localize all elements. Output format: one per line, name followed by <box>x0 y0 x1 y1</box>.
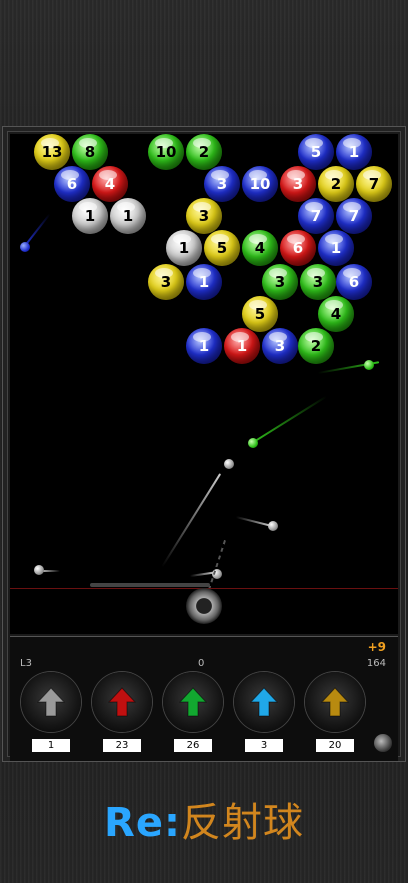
up-arrow-icon <box>37 687 65 717</box>
ball-launcher[interactable] <box>186 588 222 624</box>
ball-number: 6 <box>348 273 360 291</box>
up-arrow-icon <box>250 687 278 717</box>
blue-projectile <box>20 242 30 252</box>
ball-white: 1 <box>110 198 146 234</box>
ball-blue: 3 <box>204 166 240 202</box>
ball-blue: 5 <box>298 134 334 170</box>
white-projectile-left <box>34 565 44 575</box>
ball-yellow: 7 <box>356 166 392 202</box>
ball-yellow: 13 <box>34 134 70 170</box>
ball-green: 4 <box>318 296 354 332</box>
ball-number: 5 <box>216 239 228 257</box>
target-value: 164 <box>366 658 386 669</box>
shooter-button[interactable] <box>92 672 152 732</box>
launcher-rail <box>90 583 210 587</box>
ball-yellow: 3 <box>148 264 184 300</box>
white-projectile-mid <box>268 521 278 531</box>
bonus-indicator: +9 <box>367 640 386 654</box>
ball-green: 2 <box>298 328 334 364</box>
ball-green: 2 <box>186 134 222 170</box>
logo-title: 反射球 <box>180 800 304 846</box>
ball-number: 3 <box>160 273 172 291</box>
ball-yellow: 3 <box>186 198 222 234</box>
ball-number: 3 <box>312 273 324 291</box>
shooter-count: 20 <box>316 739 354 752</box>
ball-number: 7 <box>348 207 360 225</box>
shooter-count: 26 <box>174 739 212 752</box>
ball-number: 1 <box>330 239 342 257</box>
ball-yellow: 5 <box>204 230 240 266</box>
ball-number: 1 <box>84 207 96 225</box>
green-projectile-upper <box>364 360 374 370</box>
ball-number: 4 <box>254 239 266 257</box>
ball-blue: 6 <box>54 166 90 202</box>
score-value: 0 <box>198 658 205 669</box>
ball-number: 6 <box>66 175 78 193</box>
ball-number: 7 <box>368 175 380 193</box>
ball-blue: 7 <box>336 198 372 234</box>
ball-blue: 1 <box>186 264 222 300</box>
settings-disc-icon[interactable] <box>374 734 392 752</box>
ball-number: 6 <box>292 239 304 257</box>
ball-white: 1 <box>72 198 108 234</box>
shooter-count: 3 <box>245 739 283 752</box>
ball-number: 1 <box>198 273 210 291</box>
white-projectile-top <box>224 459 234 469</box>
shooter-button[interactable] <box>163 672 223 732</box>
ball-yellow: 5 <box>242 296 278 332</box>
ball-number: 4 <box>104 175 116 193</box>
ball-number: 5 <box>310 143 322 161</box>
ball-red: 4 <box>92 166 128 202</box>
ball-blue: 1 <box>186 328 222 364</box>
ball-green: 10 <box>148 134 184 170</box>
ball-number: 3 <box>198 207 210 225</box>
ball-number: 2 <box>330 175 342 193</box>
up-arrow-icon <box>108 687 136 717</box>
ball-number: 4 <box>330 305 342 323</box>
ball-red: 3 <box>280 166 316 202</box>
shooter-button[interactable] <box>21 672 81 732</box>
green-projectile-lower <box>248 438 258 448</box>
ball-number: 10 <box>249 175 271 193</box>
ball-number: 3 <box>274 337 286 355</box>
up-arrow-icon <box>321 687 349 717</box>
ball-number: 2 <box>310 337 322 355</box>
ball-number: 2 <box>198 143 210 161</box>
ball-green: 3 <box>300 264 336 300</box>
up-arrow-icon <box>179 687 207 717</box>
shooter-count: 1 <box>32 739 70 752</box>
ball-number: 13 <box>41 143 63 161</box>
shooter-button[interactable] <box>305 672 365 732</box>
ball-number: 1 <box>178 239 190 257</box>
ball-number: 8 <box>84 143 96 161</box>
level-label: L3 <box>20 658 32 669</box>
ball-red: 6 <box>280 230 316 266</box>
ball-number: 10 <box>155 143 177 161</box>
ball-number: 1 <box>198 337 210 355</box>
ball-blue: 10 <box>242 166 278 202</box>
ball-number: 7 <box>310 207 322 225</box>
shooter-button[interactable] <box>234 672 294 732</box>
ball-yellow: 2 <box>318 166 354 202</box>
ball-number: 1 <box>122 207 134 225</box>
ball-number: 3 <box>274 273 286 291</box>
shooter-count: 23 <box>103 739 141 752</box>
ball-number: 5 <box>254 305 266 323</box>
logo-prefix: Re: <box>104 800 181 846</box>
ball-number: 3 <box>292 175 304 193</box>
ball-green: 3 <box>262 264 298 300</box>
ball-blue: 7 <box>298 198 334 234</box>
ball-green: 4 <box>242 230 278 266</box>
app-logo: Re:反射球 <box>0 790 408 848</box>
ball-white: 1 <box>166 230 202 266</box>
ball-number: 3 <box>216 175 228 193</box>
ball-blue: 6 <box>336 264 372 300</box>
ball-blue: 1 <box>318 230 354 266</box>
ball-number: 1 <box>348 143 360 161</box>
ball-green: 8 <box>72 134 108 170</box>
ball-red: 1 <box>224 328 260 364</box>
ball-blue: 3 <box>262 328 298 364</box>
ball-blue: 1 <box>336 134 372 170</box>
ball-number: 1 <box>236 337 248 355</box>
